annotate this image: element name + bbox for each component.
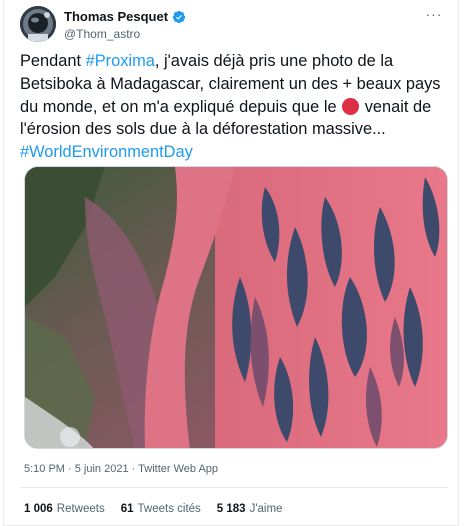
tweet-timestamp[interactable]: 5:10 PM · 5 juin 2021 · Twitter Web App	[24, 462, 218, 476]
meta-separator: ·	[128, 463, 139, 475]
tweet-card[interactable]: Thomas Pesquet @Thom_astro ··· Pendant #…	[3, 0, 459, 526]
likes-label: J'aime	[249, 503, 283, 515]
likes-stat[interactable]: 5 183 J'aime	[217, 502, 283, 516]
quotes-label: Tweets cités	[137, 503, 201, 515]
tweet-stats: 1 006 Retweets 61 Tweets cités 5 183 J'aime	[24, 502, 282, 516]
astronaut-avatar-icon	[20, 6, 56, 42]
hashtag-link[interactable]: #Proxima	[86, 52, 155, 70]
tweet-text: Pendant #Proxima, j'avais déjà pris une …	[20, 50, 444, 164]
author-names[interactable]: Thomas Pesquet @Thom_astro	[64, 9, 186, 42]
author-handle[interactable]: @Thom_astro	[64, 26, 186, 42]
quotes-stat[interactable]: 61 Tweets cités	[121, 502, 201, 516]
tweet-photo[interactable]	[24, 166, 448, 449]
tweet-date[interactable]: 5 juin 2021	[75, 463, 129, 475]
author-display-name[interactable]: Thomas Pesquet	[64, 9, 168, 25]
more-options-icon[interactable]: ···	[424, 7, 444, 24]
retweets-label: Retweets	[56, 503, 105, 515]
verified-badge-icon	[172, 10, 186, 24]
retweets-stat[interactable]: 1 006 Retweets	[24, 502, 105, 516]
meta-separator: ·	[64, 463, 75, 475]
likes-count: 5 183	[216, 503, 246, 515]
avatar[interactable]	[20, 6, 56, 42]
quotes-count: 61	[120, 503, 134, 515]
red-circle-icon	[342, 97, 360, 115]
retweets-count: 1 006	[24, 503, 53, 515]
tweet-time[interactable]: 5:10 PM	[24, 463, 65, 475]
divider	[20, 487, 448, 488]
tweet-source[interactable]: Twitter Web App	[138, 463, 218, 475]
hashtag-link[interactable]: #WorldEnvironmentDay	[20, 143, 193, 161]
satellite-photo-icon	[25, 167, 447, 448]
tweet-header: Thomas Pesquet @Thom_astro ···	[20, 6, 444, 46]
tweet-text-part: Pendant	[20, 52, 86, 70]
